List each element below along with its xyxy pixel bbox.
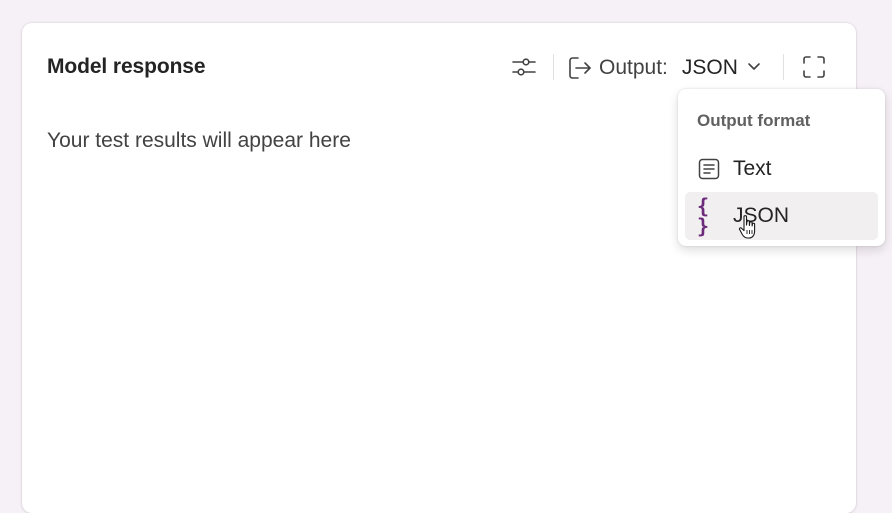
fullscreen-button[interactable] <box>798 51 830 83</box>
braces-glyph: { } <box>697 194 712 238</box>
braces-icon: { } <box>697 196 721 236</box>
text-document-icon <box>697 157 721 181</box>
menu-item-text[interactable]: Text <box>685 145 878 193</box>
results-placeholder: Your test results will appear here <box>47 129 351 152</box>
sliders-icon <box>511 54 537 80</box>
fullscreen-icon <box>801 54 827 80</box>
export-icon <box>567 55 593 81</box>
output-label: Output: <box>599 56 668 79</box>
chevron-down-icon <box>746 58 762 79</box>
menu-item-json[interactable]: { } JSON <box>685 192 878 240</box>
output-value: JSON <box>681 56 738 79</box>
menu-item-label: Text <box>733 157 772 180</box>
output-format-dropdown[interactable]: Output: JSON <box>567 52 762 84</box>
output-format-menu: Output format Text { } JSON <box>678 89 885 246</box>
toolbar-divider <box>553 54 554 80</box>
menu-header: Output format <box>697 111 811 130</box>
toolbar-divider <box>783 54 784 80</box>
settings-button[interactable] <box>508 51 540 83</box>
panel-title: Model response <box>47 55 206 78</box>
menu-item-label: JSON <box>733 204 790 227</box>
